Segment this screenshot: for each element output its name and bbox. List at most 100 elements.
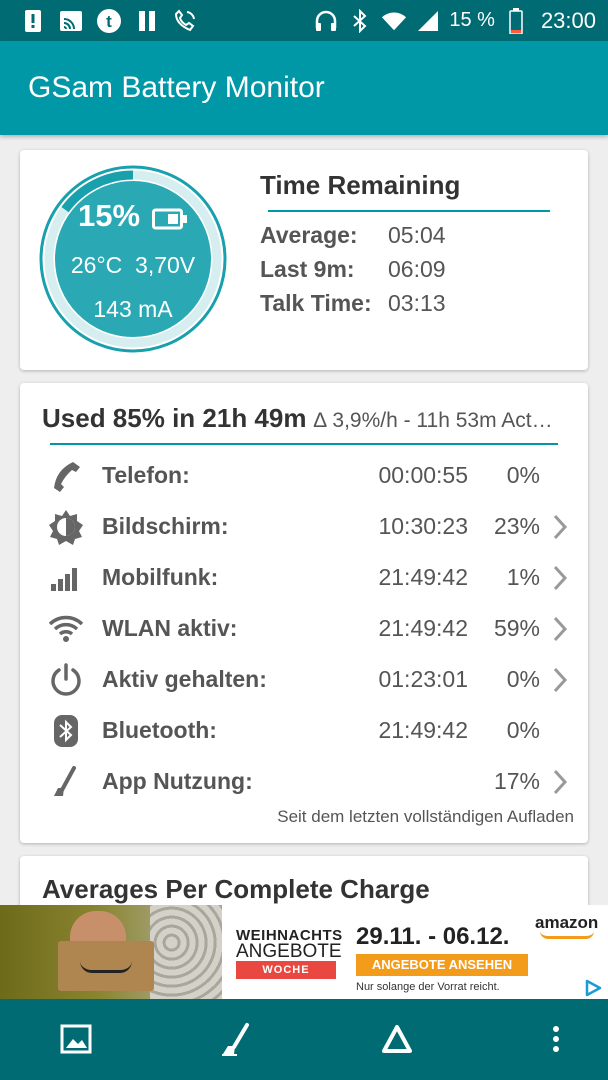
time-remaining-talk: Talk Time: 03:13 <box>260 290 446 317</box>
pause-icon <box>134 8 160 34</box>
time-remaining-last: Last 9m: 06:09 <box>260 256 446 283</box>
usage-row-bildschirm[interactable]: Bildschirm: 10:30:23 23% <box>20 501 588 551</box>
delta-icon <box>382 1025 412 1053</box>
usage-label: Bildschirm: <box>102 513 229 539</box>
title-divider <box>268 210 550 212</box>
cast-icon <box>58 8 84 34</box>
usage-label: Telefon: <box>102 462 190 488</box>
app-usage-button[interactable] <box>216 1019 256 1059</box>
time-remaining-value: 05:04 <box>388 222 446 248</box>
svg-text:t: t <box>106 12 112 31</box>
wifi-icon <box>381 8 407 34</box>
temperature-text: 26°C <box>70 252 123 278</box>
title-divider <box>50 443 558 445</box>
app-usage-icon <box>222 1023 249 1056</box>
chevron-right-icon[interactable] <box>550 564 570 592</box>
t-app-icon: t <box>96 8 122 34</box>
bluetooth-icon <box>347 8 373 34</box>
battery-icon <box>503 7 529 34</box>
chevron-right-icon[interactable] <box>550 513 570 541</box>
overflow-menu-button[interactable] <box>536 1019 576 1059</box>
bottom-toolbar <box>0 999 608 1080</box>
usage-row-aktiv[interactable]: Aktiv gehalten: 01:23:01 0% <box>20 654 588 704</box>
ad-date-range: 29.11. - 06.12. <box>356 923 510 950</box>
usage-percent: 0% <box>506 717 540 743</box>
usage-row-telefon: Telefon: 00:00:55 0% <box>20 450 588 500</box>
system-icons: 15 % 23:00 <box>313 0 596 41</box>
delta-button[interactable] <box>377 1019 417 1059</box>
time-remaining-label: Average: <box>260 222 358 248</box>
time-remaining-label: Talk Time: <box>260 290 372 316</box>
app-usage-icon <box>48 764 84 800</box>
usage-row-app[interactable]: App Nutzung: 17% <box>20 756 588 806</box>
voltage-text: 3,70V <box>135 252 196 278</box>
image-icon <box>60 1024 92 1054</box>
notification-icons: t <box>0 8 198 34</box>
ad-package-smile <box>80 961 132 973</box>
app-bar: GSam Battery Monitor <box>0 41 608 135</box>
usage-time: 21:49:42 <box>378 615 468 641</box>
battery-charge-icon <box>152 208 187 230</box>
usage-label: App Nutzung: <box>102 768 253 794</box>
power-icon <box>48 662 84 698</box>
usage-time: 01:23:01 <box>378 666 468 692</box>
usage-row-wlan[interactable]: WLAN aktiv: 21:49:42 59% <box>20 603 588 653</box>
usage-label: WLAN aktiv: <box>102 615 238 641</box>
ad-cta-button[interactable]: ANGEBOTE ANSEHEN <box>356 954 528 976</box>
signal-icon <box>415 8 441 34</box>
usage-percent: 0% <box>506 462 540 488</box>
wifi-call-icon <box>172 8 198 34</box>
usage-percent: 0% <box>506 666 540 692</box>
current-text: 143 mA <box>93 296 173 322</box>
battery-percent-text: 15 % <box>449 9 495 31</box>
ad-brand-smile <box>540 931 594 939</box>
more-vert-icon <box>553 1026 559 1052</box>
usage-rate: ∆ 3,9%/h - 11h 53m Act… <box>313 409 553 432</box>
usage-row-bluetooth: Bluetooth: 21:49:42 0% <box>20 705 588 755</box>
ad-image <box>0 905 222 999</box>
adchoices-icon[interactable] <box>584 979 602 997</box>
time-remaining-value: 06:09 <box>388 256 446 282</box>
usage-time: 00:00:55 <box>378 462 468 488</box>
wifi-icon <box>48 611 84 647</box>
usage-label: Aktiv gehalten: <box>102 666 267 692</box>
alert-icon <box>20 8 46 34</box>
usage-percent: 59% <box>493 615 540 641</box>
ad-banner[interactable]: WEIHNACHTS ANGEBOTE WOCHE 29.11. - 06.12… <box>0 905 608 999</box>
chevron-right-icon[interactable] <box>550 768 570 796</box>
app-title: GSam Battery Monitor <box>28 71 325 104</box>
usage-percent: 23% <box>493 513 540 539</box>
time-remaining-title: Time Remaining <box>260 170 461 200</box>
status-bar: t 15 % 23:00 <box>0 0 608 41</box>
usage-title: Used 85% in 21h 49m ∆ 3,9%/h - 11h 53m A… <box>42 403 553 434</box>
usage-summary: Used 85% in 21h 49m <box>42 403 307 433</box>
usage-footer: Seit dem letzten vollständigen Aufladen <box>277 807 574 826</box>
time-remaining-value: 03:13 <box>388 290 446 316</box>
brightness-icon <box>48 509 84 545</box>
usage-card: Used 85% in 21h 49m ∆ 3,9%/h - 11h 53m A… <box>20 383 588 843</box>
bluetooth-icon <box>48 713 84 749</box>
time-remaining-label: Last 9m: <box>260 256 355 282</box>
averages-title: Averages Per Complete Charge <box>42 874 430 904</box>
time-remaining-card[interactable]: 15% 26°C 3,70V 143 mA Time Remaining Ave… <box>20 150 588 370</box>
ad-brand-logo: amazon <box>535 913 599 932</box>
usage-time: 21:49:42 <box>378 717 468 743</box>
image-button[interactable] <box>56 1019 96 1059</box>
time-remaining-average: Average: 05:04 <box>260 222 446 249</box>
phone-icon <box>48 458 84 494</box>
battery-level-text: 15% <box>78 198 141 233</box>
ad-note: Nur solange der Vorrat reicht. <box>356 981 500 993</box>
ad-background <box>150 905 222 999</box>
ad-headline-2: ANGEBOTE <box>236 941 342 962</box>
ad-headline-3: WOCHE <box>236 961 336 979</box>
temperature-voltage: 26°C 3,70V <box>38 252 228 279</box>
gauge-readout: 15% 26°C 3,70V 143 mA <box>38 164 228 354</box>
usage-row-mobilfunk[interactable]: Mobilfunk: 21:49:42 1% <box>20 552 588 602</box>
headset-icon <box>313 8 339 34</box>
usage-label: Bluetooth: <box>102 717 217 743</box>
clock: 23:00 <box>540 7 596 33</box>
chevron-right-icon[interactable] <box>550 666 570 694</box>
usage-time: 21:49:42 <box>378 564 468 590</box>
chevron-right-icon[interactable] <box>550 615 570 643</box>
usage-time: 10:30:23 <box>378 513 468 539</box>
